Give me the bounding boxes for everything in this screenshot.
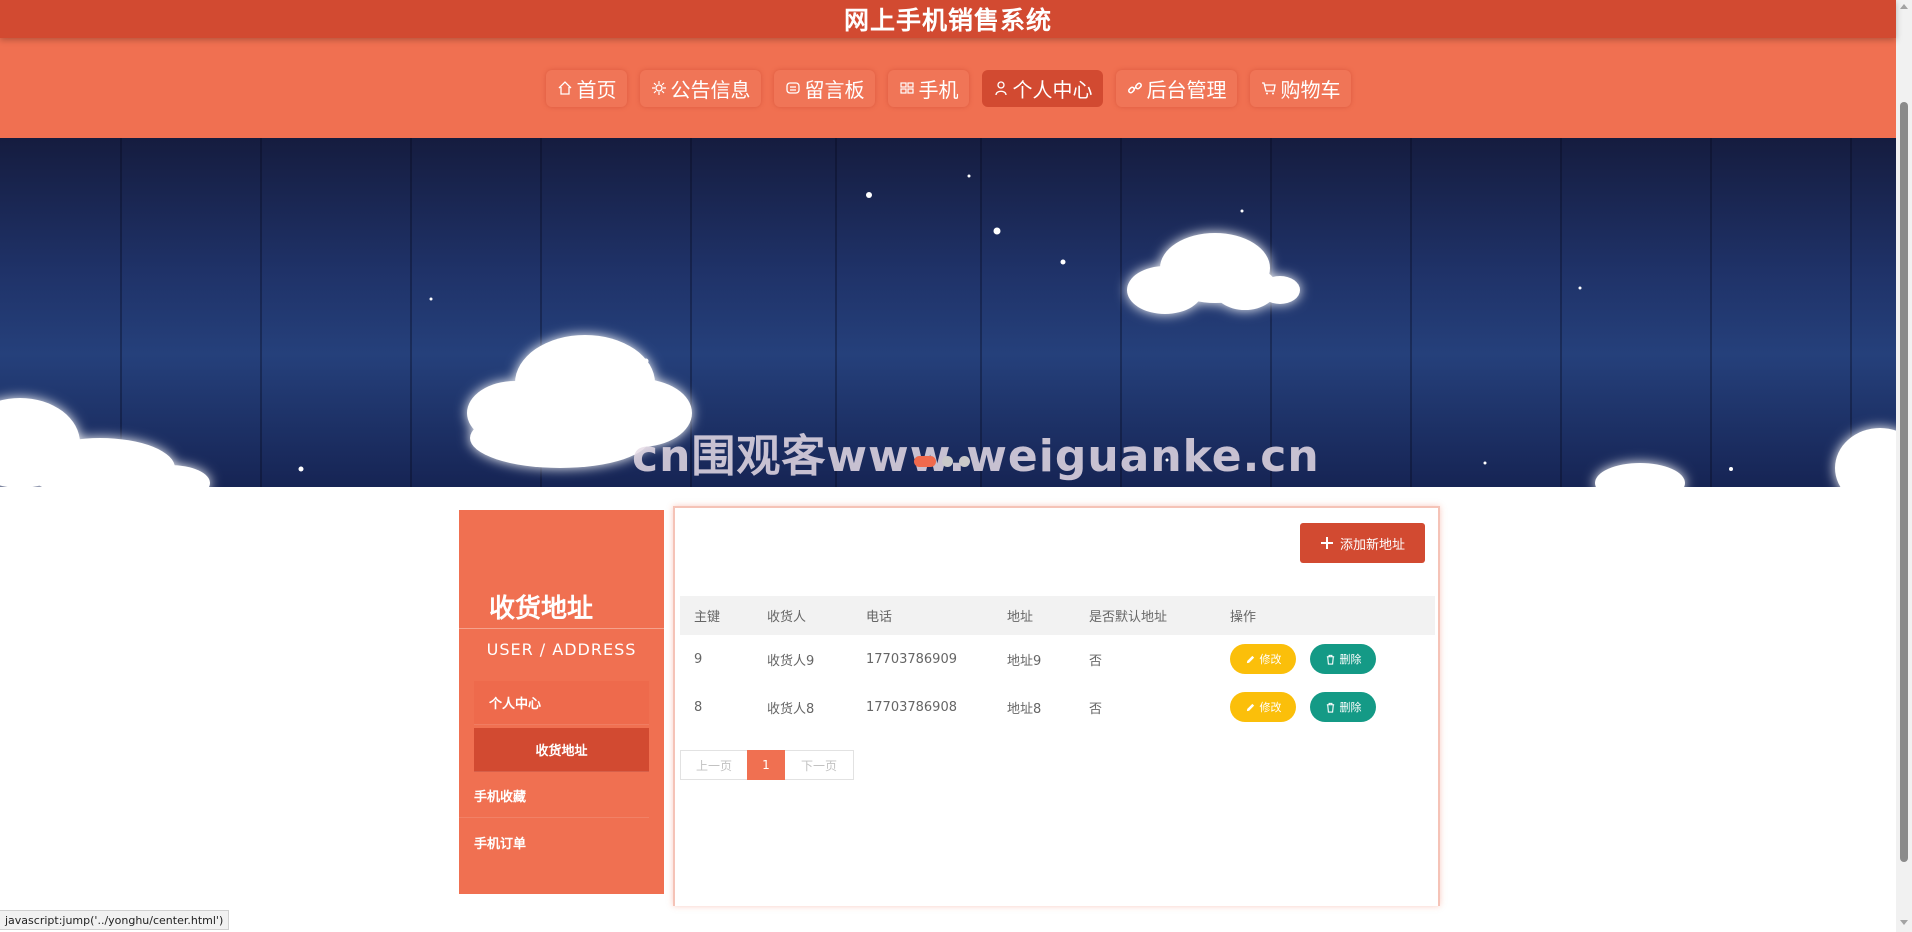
sidebar: 收货地址 USER / ADDRESS 个人中心 收货地址 手机收藏 手机订单 [459, 510, 679, 894]
scroll-up-arrow-icon[interactable] [1900, 4, 1908, 9]
edit-button[interactable]: 修改 [1230, 644, 1296, 674]
carousel-dot[interactable] [959, 456, 970, 467]
grid-icon [898, 79, 916, 97]
scroll-down-arrow-icon[interactable] [1900, 920, 1908, 925]
cell-address: 地址8 [1007, 701, 1042, 717]
nav-item-guestbook[interactable]: 留言板 [773, 69, 875, 107]
cell-address: 地址9 [1007, 653, 1042, 669]
sidebar-subtitle: USER / ADDRESS [486, 640, 637, 659]
sidebar-item-label: 个人中心 [489, 697, 542, 712]
cell-receiver: 收货人9 [767, 653, 815, 669]
gear-icon [650, 79, 668, 97]
cart-icon [1260, 79, 1278, 97]
main-nav: 首页 公告信息 留言板 手机 个人中心 后台管理 购物车 [0, 38, 1896, 138]
cell-phone: 17703786908 [866, 699, 957, 715]
nav-item-notices[interactable]: 公告信息 [639, 69, 761, 107]
trash-icon [1326, 702, 1334, 713]
cell-actions: 修改 删除 [1216, 644, 1435, 674]
delete-label: 删除 [1339, 653, 1362, 666]
edit-label: 修改 [1259, 701, 1282, 714]
app-root: 网上手机销售系统 首页 公告信息 留言板 手机 个人中心 后台管理 购物车 cn… [0, 0, 1912, 932]
table-row: 8 收货人8 17703786908 地址8 否 修改 删除 [680, 683, 1435, 731]
address-table: 主键 收货人 电话 地址 是否默认地址 操作 9 收货人9 1770378690… [680, 596, 1435, 731]
nav-item-label: 首页 [576, 77, 617, 102]
link-icon [1126, 79, 1144, 97]
carousel-dot[interactable] [914, 456, 936, 467]
nav-item-admin[interactable]: 后台管理 [1115, 69, 1237, 107]
nav-item-label: 购物车 [1280, 77, 1341, 102]
plus-icon [1320, 537, 1333, 549]
prev-page-button[interactable]: 上一页 [680, 750, 747, 780]
nav-item-label: 留言板 [804, 77, 865, 102]
sidebar-item-address[interactable]: 收货地址 [474, 728, 649, 772]
nav-item-label: 个人中心 [1012, 77, 1093, 102]
pencil-icon [1246, 655, 1254, 663]
nav-item-label: 公告信息 [670, 77, 751, 102]
table-row: 9 收货人9 17703786909 地址9 否 修改 删除 [680, 635, 1435, 683]
address-panel: 添加新地址 主键 收货人 电话 地址 是否默认地址 操作 9 收货人9 1770… [673, 506, 1440, 906]
nav-item-phones[interactable]: 手机 [887, 69, 969, 107]
edit-label: 修改 [1259, 653, 1282, 666]
delete-label: 删除 [1339, 701, 1362, 714]
cell-default: 否 [1089, 701, 1103, 717]
add-address-button[interactable]: 添加新地址 [1300, 523, 1425, 563]
user-icon [992, 79, 1010, 97]
sidebar-item-favorites[interactable]: 手机收藏 [459, 774, 649, 818]
cell-id: 9 [694, 651, 703, 667]
nav-item-home[interactable]: 首页 [545, 69, 627, 107]
nav-item-label: 后台管理 [1146, 77, 1227, 102]
delete-button[interactable]: 删除 [1310, 644, 1376, 674]
carousel-indicators [914, 456, 970, 467]
sidebar-title: 收货地址 [489, 594, 594, 624]
message-icon [784, 79, 802, 97]
cell-default: 否 [1089, 653, 1103, 669]
title-bar: 网上手机销售系统 [0, 0, 1896, 38]
scrollbar-thumb[interactable] [1900, 102, 1908, 862]
sidebar-item-personal-center[interactable]: 个人中心 [474, 681, 649, 725]
table-header: 主键 收货人 电话 地址 是否默认地址 操作 [680, 596, 1435, 635]
column-header: 地址 [1007, 610, 1034, 625]
cell-id: 8 [694, 699, 703, 715]
page-scrollbar[interactable] [1896, 0, 1912, 932]
column-header: 是否默认地址 [1089, 610, 1168, 625]
delete-button[interactable]: 删除 [1310, 692, 1376, 722]
status-bar-url: javascript:jump('../yonghu/center.html') [0, 910, 230, 930]
carousel-dot[interactable] [942, 456, 953, 467]
home-icon [556, 79, 574, 97]
next-page-button[interactable]: 下一页 [785, 750, 854, 780]
banner-watermark: cn围观客www.weiguanke.cn [632, 431, 1320, 482]
hero-banner: cn围观客www.weiguanke.cn [0, 138, 1896, 487]
pencil-icon [1246, 703, 1254, 711]
column-header: 收货人 [767, 610, 807, 625]
sidebar-divider [459, 628, 679, 629]
sidebar-item-label: 收货地址 [535, 744, 588, 759]
cell-actions: 修改 删除 [1216, 692, 1435, 722]
pagination: 上一页 1 下一页 [680, 750, 854, 780]
nav-item-personal-center[interactable]: 个人中心 [981, 69, 1103, 107]
nav-item-label: 手机 [918, 77, 959, 102]
column-header: 主键 [694, 610, 721, 625]
add-address-label: 添加新地址 [1339, 537, 1405, 553]
nav-item-cart[interactable]: 购物车 [1249, 69, 1351, 107]
current-page-button[interactable]: 1 [747, 750, 785, 780]
cell-receiver: 收货人8 [767, 701, 815, 717]
site-title: 网上手机销售系统 [843, 6, 1052, 35]
sidebar-item-label: 手机收藏 [474, 790, 527, 805]
column-header: 操作 [1230, 610, 1257, 625]
sidebar-item-orders[interactable]: 手机订单 [459, 820, 649, 864]
sidebar-item-label: 手机订单 [474, 836, 527, 852]
cell-phone: 17703786909 [866, 651, 957, 667]
column-header: 电话 [866, 610, 893, 625]
edit-button[interactable]: 修改 [1230, 692, 1296, 722]
trash-icon [1326, 654, 1334, 665]
